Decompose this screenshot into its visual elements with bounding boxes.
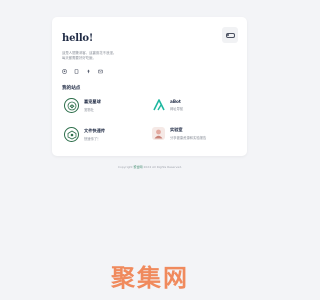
site-desc: 宠物社: [84, 108, 94, 112]
intro-text: 這是人間驚鴻客，這裏風花不浪漫。 每天都需要好好吃飯。: [62, 51, 116, 62]
profile-card: hello! 這是人間驚鴻客，這裏風花不浪漫。 每天都需要好好吃飯。 我的站点: [52, 17, 247, 156]
theme-toggle-button[interactable]: [222, 27, 238, 43]
pin-icon[interactable]: [86, 69, 91, 74]
lab-logo: [152, 127, 165, 140]
site-name: 文件快速传: [84, 128, 105, 133]
site-card-abot[interactable]: aBot 网址导航: [152, 98, 183, 111]
site-name: 喜宠星球: [84, 99, 101, 104]
toggle-icon: [225, 32, 235, 38]
document-icon[interactable]: [74, 69, 79, 74]
sites-section-title: 我的站点: [62, 86, 81, 91]
site-card-file-transfer[interactable]: 文件快速传 快速传了！: [64, 127, 105, 142]
footer-link[interactable]: 聚合网: [134, 165, 143, 169]
intro-line: 每天都需要好好吃飯。: [62, 56, 96, 61]
footer-copyright: Copyright 聚合网 2024 All Rights Reserved.: [0, 165, 300, 169]
file-transfer-logo: [64, 127, 79, 142]
greeting-title: hello!: [62, 33, 94, 44]
abot-logo: [152, 98, 165, 111]
site-name: 实验室: [170, 127, 183, 132]
site-card-lab[interactable]: 实验室 分享健康资源和实验报告: [152, 127, 206, 140]
social-links: [62, 69, 103, 74]
watermark-logo: 聚集网: [111, 264, 189, 292]
pet-planet-logo: [64, 98, 79, 113]
mail-icon[interactable]: [98, 69, 103, 74]
github-icon[interactable]: [62, 69, 67, 74]
site-name: aBot: [170, 98, 181, 104]
site-card-pet-planet[interactable]: 喜宠星球 宠物社: [64, 98, 101, 113]
site-desc: 快速传了！: [84, 137, 101, 141]
site-desc: 分享健康资源和实验报告: [170, 136, 207, 140]
site-desc: 网址导航: [170, 106, 184, 111]
footer-suffix: 2024 All Rights Reserved.: [142, 165, 183, 169]
footer-prefix: Copyright: [117, 165, 134, 169]
